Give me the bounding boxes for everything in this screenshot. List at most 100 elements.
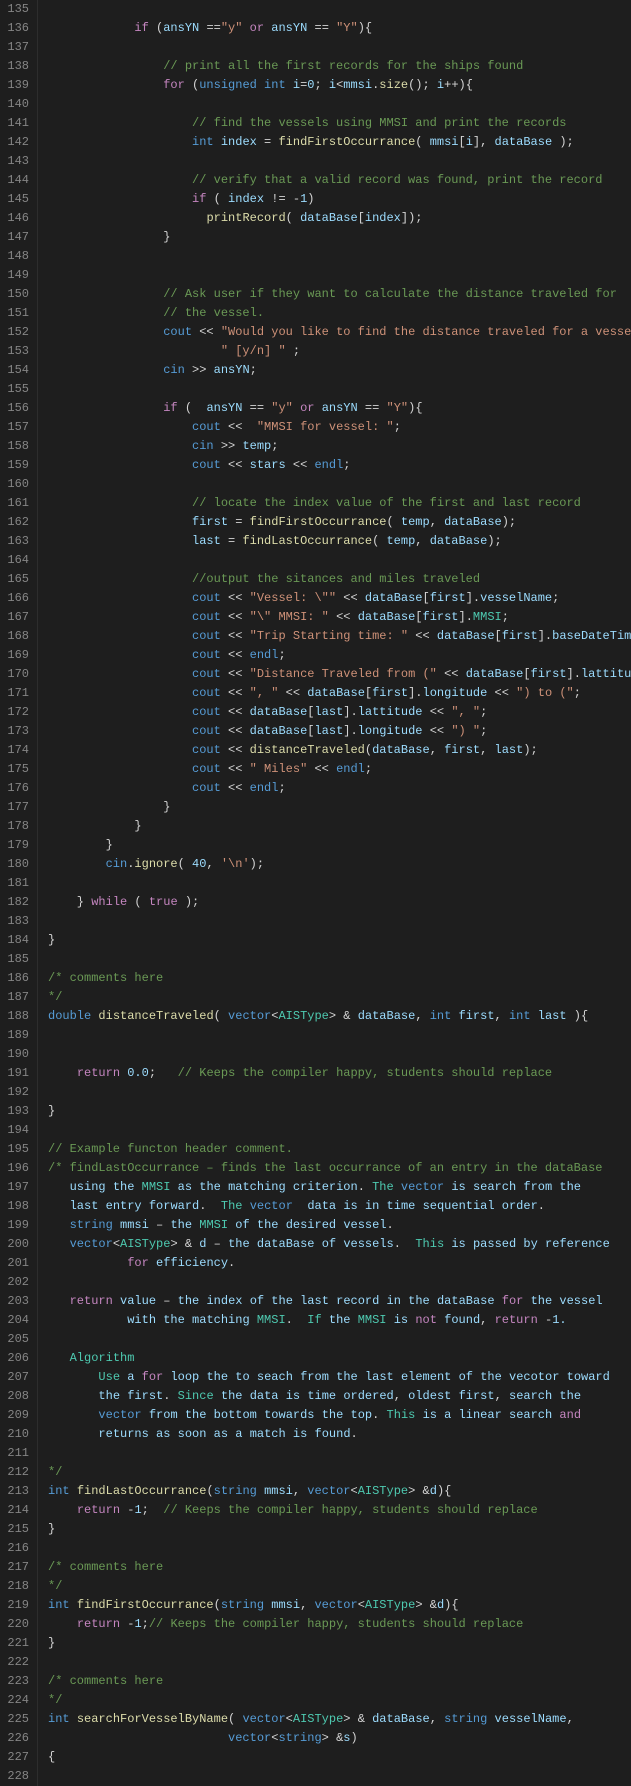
code-line <box>48 266 631 285</box>
line-number: 191 <box>4 1064 29 1083</box>
code-line: return -1;// Keeps the compiler happy, s… <box>48 1615 631 1634</box>
code-line: // Example functon header comment. <box>48 1140 631 1159</box>
line-number: 173 <box>4 722 29 741</box>
code-line: the first. Since the data is time ordere… <box>48 1387 631 1406</box>
code-line: cout << "Trip Starting time: " << dataBa… <box>48 627 631 646</box>
code-line: vector from the bottom towards the top. … <box>48 1406 631 1425</box>
code-line: cout << endl; <box>48 646 631 665</box>
code-line: int findFirstOccurrance(string mmsi, vec… <box>48 1596 631 1615</box>
code-line: // the vessel. <box>48 304 631 323</box>
code-line: } <box>48 1102 631 1121</box>
code-line: // print all the first records for the s… <box>48 57 631 76</box>
line-number: 196 <box>4 1159 29 1178</box>
line-number: 167 <box>4 608 29 627</box>
code-line: } <box>48 798 631 817</box>
code-line: */ <box>48 1691 631 1710</box>
code-line: // find the vessels using MMSI and print… <box>48 114 631 133</box>
line-number: 136 <box>4 19 29 38</box>
line-number: 221 <box>4 1634 29 1653</box>
line-number: 184 <box>4 931 29 950</box>
code-line: /* comments here <box>48 1558 631 1577</box>
code-line: } <box>48 931 631 950</box>
line-number: 145 <box>4 190 29 209</box>
code-line: } <box>48 836 631 855</box>
code-line <box>48 1273 631 1292</box>
line-number: 160 <box>4 475 29 494</box>
code-line: */ <box>48 988 631 1007</box>
line-number: 164 <box>4 551 29 570</box>
line-number: 140 <box>4 95 29 114</box>
line-number: 181 <box>4 874 29 893</box>
line-number: 200 <box>4 1235 29 1254</box>
code-line: cin.ignore( 40, '\n'); <box>48 855 631 874</box>
line-number: 226 <box>4 1729 29 1748</box>
code-line: " [y/n] " ; <box>48 342 631 361</box>
code-line: { <box>48 1748 631 1767</box>
line-number: 204 <box>4 1311 29 1330</box>
code-line <box>48 247 631 266</box>
code-line: if ( ansYN == "y" or ansYN == "Y"){ <box>48 399 631 418</box>
line-number: 220 <box>4 1615 29 1634</box>
code-line <box>48 1767 631 1786</box>
line-number: 166 <box>4 589 29 608</box>
code-line: for (unsigned int i=0; i<mmsi.size(); i+… <box>48 76 631 95</box>
code-line: returns as soon as a match is found. <box>48 1425 631 1444</box>
line-number: 188 <box>4 1007 29 1026</box>
line-number: 198 <box>4 1197 29 1216</box>
line-number: 176 <box>4 779 29 798</box>
code-line: last entry forward. The vector data is i… <box>48 1197 631 1216</box>
code-line <box>48 1653 631 1672</box>
line-number: 206 <box>4 1349 29 1368</box>
code-line: /* findLastOccurrance – finds the last o… <box>48 1159 631 1178</box>
code-line <box>48 1083 631 1102</box>
code-line <box>48 874 631 893</box>
line-number: 207 <box>4 1368 29 1387</box>
line-number: 155 <box>4 380 29 399</box>
line-number: 161 <box>4 494 29 513</box>
code-line: cout << "MMSI for vessel: "; <box>48 418 631 437</box>
code-content[interactable]: if (ansYN =="y" or ansYN == "Y"){ // pri… <box>38 0 631 1786</box>
line-number: 170 <box>4 665 29 684</box>
line-number: 218 <box>4 1577 29 1596</box>
line-number: 199 <box>4 1216 29 1235</box>
line-number: 163 <box>4 532 29 551</box>
line-number: 228 <box>4 1767 29 1786</box>
code-line <box>48 1539 631 1558</box>
code-line <box>48 38 631 57</box>
line-number: 215 <box>4 1520 29 1539</box>
code-line <box>48 1330 631 1349</box>
line-number-gutter: 1351361371381391401411421431441451461471… <box>0 0 38 1786</box>
line-number: 183 <box>4 912 29 931</box>
code-line: return value – the index of the last rec… <box>48 1292 631 1311</box>
line-number: 186 <box>4 969 29 988</box>
code-line <box>48 1045 631 1064</box>
line-number: 152 <box>4 323 29 342</box>
code-line: */ <box>48 1463 631 1482</box>
line-number: 223 <box>4 1672 29 1691</box>
code-line: cout << "\" MMSI: " << dataBase[first].M… <box>48 608 631 627</box>
line-number: 162 <box>4 513 29 532</box>
line-number: 150 <box>4 285 29 304</box>
code-line: using the MMSI as the matching criterion… <box>48 1178 631 1197</box>
line-number: 193 <box>4 1102 29 1121</box>
line-number: 180 <box>4 855 29 874</box>
line-number: 195 <box>4 1140 29 1159</box>
code-line: return 0.0; // Keeps the compiler happy,… <box>48 1064 631 1083</box>
line-number: 172 <box>4 703 29 722</box>
code-line: cout << "Distance Traveled from (" << da… <box>48 665 631 684</box>
line-number: 197 <box>4 1178 29 1197</box>
code-line: } <box>48 1634 631 1653</box>
code-line: cout << stars << endl; <box>48 456 631 475</box>
line-number: 154 <box>4 361 29 380</box>
line-number: 212 <box>4 1463 29 1482</box>
code-line: cout << "Would you like to find the dist… <box>48 323 631 342</box>
line-number: 159 <box>4 456 29 475</box>
line-number: 137 <box>4 38 29 57</box>
line-number: 169 <box>4 646 29 665</box>
line-number: 147 <box>4 228 29 247</box>
code-line <box>48 0 631 19</box>
code-line <box>48 380 631 399</box>
code-line: cout << " Miles" << endl; <box>48 760 631 779</box>
line-number: 149 <box>4 266 29 285</box>
line-number: 192 <box>4 1083 29 1102</box>
